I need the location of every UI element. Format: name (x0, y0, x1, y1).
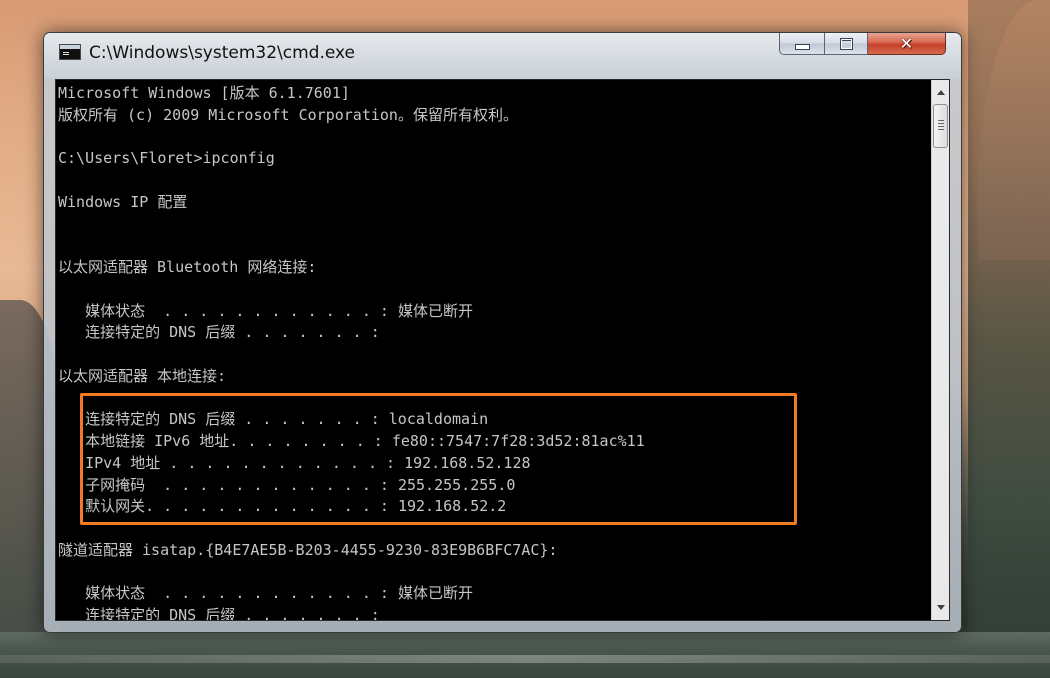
background-river-reflection (0, 655, 1050, 663)
console-lines: Microsoft Windows [版本 6.1.7601] 版权所有 (c) … (58, 83, 918, 621)
console-line: Microsoft Windows [版本 6.1.7601] (58, 84, 350, 102)
arrow-up-icon (936, 90, 945, 95)
vertical-scrollbar[interactable] (931, 80, 949, 620)
background-mountain-right (968, 0, 1050, 678)
close-icon: ✕ (899, 33, 914, 53)
caption-buttons: ✕ (779, 33, 959, 55)
arrow-down-icon (936, 605, 945, 610)
highlight-annotation-box (80, 393, 797, 525)
console-line: C:\Users\Floret>ipconfig (58, 149, 275, 168)
scroll-down-button[interactable] (932, 599, 949, 616)
console-line: 以太网适配器 本地连接: (58, 366, 227, 385)
console-output[interactable]: Microsoft Windows [版本 6.1.7601] 版权所有 (c) … (55, 79, 950, 621)
minimize-icon (794, 44, 810, 50)
close-button[interactable]: ✕ (868, 33, 946, 55)
console-line: 媒体状态 . . . . . . . . . . . . : 媒体已断开 (58, 301, 473, 320)
console-line: 版权所有 (c) 2009 Microsoft Corporation。保留所有… (58, 105, 518, 124)
console-line: 隧道适配器 isatap.{B4E7AE5B-B203-4455-9230-83… (58, 540, 558, 559)
maximize-icon (839, 37, 853, 50)
title-bar[interactable]: C:\Windows\system32\cmd.exe ✕ (44, 33, 961, 79)
console-line: 媒体状态 . . . . . . . . . . . . : 媒体已断开 (58, 584, 473, 603)
scroll-up-button[interactable] (932, 84, 949, 101)
maximize-button[interactable] (825, 33, 868, 55)
console-line: 以太网适配器 Bluetooth 网络连接: (58, 258, 317, 276)
console-line: 连接特定的 DNS 后缀 . . . . . . . : (58, 323, 380, 342)
console-line: Windows IP 配置 (58, 192, 188, 211)
cmd-icon[interactable] (59, 44, 81, 60)
minimize-button[interactable] (779, 33, 825, 55)
scroll-thumb[interactable] (933, 104, 948, 148)
cmd-window: C:\Windows\system32\cmd.exe ✕ Microsoft … (43, 32, 962, 633)
window-title: C:\Windows\system32\cmd.exe (89, 43, 356, 63)
console-line: 连接特定的 DNS 后缀 . . . . . . . : (58, 606, 380, 621)
